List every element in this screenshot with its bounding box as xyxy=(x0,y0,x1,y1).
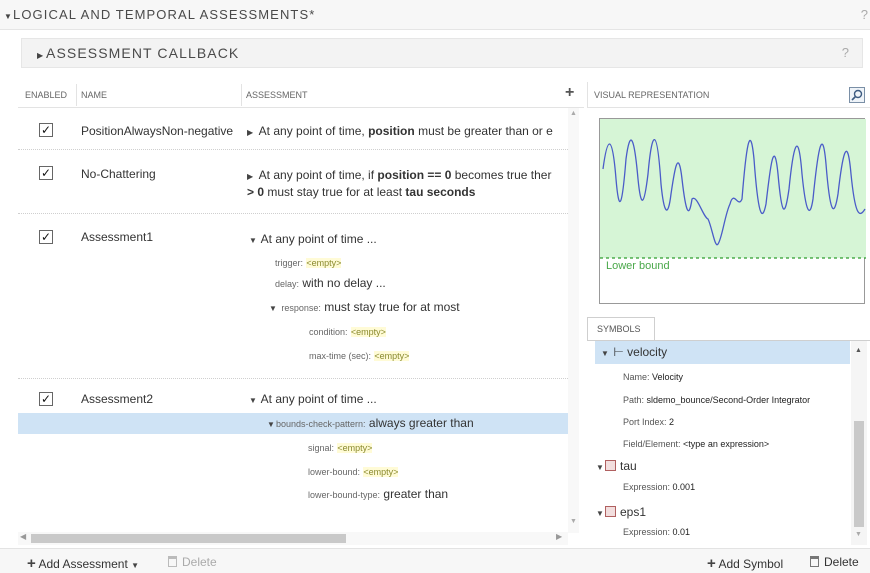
delete-assessment-button[interactable]: Delete xyxy=(168,555,217,569)
callback-title: ▶ ASSESSMENT CALLBACK xyxy=(37,45,240,61)
table-row[interactable]: ✓ Assessment1 ▼ At any point of time ...… xyxy=(18,214,568,379)
scrollbar-thumb[interactable] xyxy=(854,421,864,527)
expand-triangle-icon[interactable]: ▶ xyxy=(247,128,256,137)
scroll-up-icon[interactable]: ▲ xyxy=(855,347,862,354)
signal-field[interactable]: signal: <empty> xyxy=(308,440,373,454)
parameter-icon xyxy=(605,506,616,517)
valid-region xyxy=(600,119,866,258)
table-vertical-scrollbar[interactable]: ▲ ▼ xyxy=(568,108,579,533)
trash-icon xyxy=(168,556,177,567)
bottom-toolbar: + Add Assessment ▼ Delete + Add Symbol D… xyxy=(0,548,870,573)
collapse-triangle-icon[interactable]: ▼ xyxy=(249,236,258,245)
expand-triangle-icon[interactable]: ▶ xyxy=(247,172,256,181)
bounds-check-pattern-field[interactable]: ▼bounds-check-pattern: always greater th… xyxy=(267,416,474,430)
enabled-checkbox[interactable]: ✓ xyxy=(39,230,53,244)
visual-representation-header: VISUAL REPRESENTATION xyxy=(587,82,870,108)
collapse-triangle-icon[interactable]: ▼ xyxy=(269,304,278,313)
trash-icon xyxy=(810,556,819,567)
assessment-callback-section[interactable]: ▶ ASSESSMENT CALLBACK ? xyxy=(21,38,863,68)
help-icon[interactable]: ? xyxy=(861,7,868,22)
assessment-text[interactable]: ▶ At any point of time, position must be… xyxy=(247,124,553,138)
scroll-up-icon[interactable]: ▲ xyxy=(570,110,577,117)
symbol-prop-expression[interactable]: Expression: 0.001 xyxy=(623,482,695,492)
add-assessment-button[interactable]: + Add Assessment ▼ xyxy=(27,555,140,572)
response-field[interactable]: ▼ response: must stay true for at most xyxy=(269,300,460,314)
table-row[interactable]: ✓ PositionAlwaysNon-negative ▶ At any po… xyxy=(18,108,568,150)
header-enabled: ENABLED xyxy=(25,90,68,100)
trigger-field[interactable]: trigger: <empty> xyxy=(275,255,342,269)
header-name: NAME xyxy=(81,90,108,100)
assessment-name[interactable]: Assessment1 xyxy=(81,230,153,244)
symbol-prop-path[interactable]: Path: sldemo_bounce/Second-Order Integra… xyxy=(623,395,810,405)
scroll-right-icon[interactable]: ▶ xyxy=(556,532,562,541)
zoom-icon[interactable] xyxy=(849,87,865,103)
assessment-text[interactable]: ▶ At any point of time, if position == 0… xyxy=(247,168,551,182)
collapse-triangle-icon[interactable]: ▼ xyxy=(267,420,276,429)
symbol-node-tau[interactable]: ▼ tau xyxy=(596,459,637,473)
callback-help-icon[interactable]: ? xyxy=(842,45,849,60)
lower-bound-label: Lower bound xyxy=(606,260,670,272)
visual-title: VISUAL REPRESENTATION xyxy=(594,90,710,100)
assessment-head[interactable]: ▼ At any point of time ... xyxy=(249,392,377,406)
panel-header[interactable]: ▼LOGICAL AND TEMPORAL ASSESSMENTS* ? xyxy=(0,0,870,30)
collapse-triangle-icon[interactable]: ▼ xyxy=(596,463,605,472)
enabled-checkbox[interactable]: ✓ xyxy=(39,123,53,137)
symbol-node-eps1[interactable]: ▼ eps1 xyxy=(596,505,646,519)
assessment-head[interactable]: ▼ At any point of time ... xyxy=(249,232,377,246)
assessment-name[interactable]: No-Chattering xyxy=(81,167,156,181)
collapse-triangle-icon: ▼ xyxy=(4,12,14,21)
lower-bound-field[interactable]: lower-bound: <empty> xyxy=(308,464,399,478)
add-column-icon[interactable]: + xyxy=(565,84,574,102)
assessment-name[interactable]: PositionAlwaysNon-negative xyxy=(81,124,233,138)
scroll-down-icon[interactable]: ▼ xyxy=(570,518,577,525)
signal-chart: Lower bound xyxy=(600,119,866,272)
symbol-prop-port[interactable]: Port Index: 2 xyxy=(623,417,674,427)
max-time-field[interactable]: max-time (sec): <empty> xyxy=(309,348,410,362)
table-horizontal-scrollbar[interactable]: ◀ ▶ xyxy=(18,532,568,545)
table-header: ENABLED NAME ASSESSMENT xyxy=(18,82,584,108)
assessment-text-line2: > 0 must stay true for at least tau seco… xyxy=(247,185,476,199)
symbol-prop-field[interactable]: Field/Element: <type an expression> xyxy=(623,439,769,449)
column-divider[interactable] xyxy=(241,84,242,106)
delay-field[interactable]: delay: with no delay ... xyxy=(275,276,386,290)
delete-symbol-button[interactable]: Delete xyxy=(810,555,859,569)
table-row[interactable]: ✓ Assessment2 ▼ At any point of time ...… xyxy=(18,379,568,532)
collapse-triangle-icon[interactable]: ▼ xyxy=(249,396,258,405)
table-row[interactable]: ✓ No-Chattering ▶ At any point of time, … xyxy=(18,150,568,214)
add-symbol-button[interactable]: + Add Symbol xyxy=(707,555,783,572)
enabled-checkbox[interactable]: ✓ xyxy=(39,392,53,406)
collapse-triangle-icon[interactable]: ▼ xyxy=(596,509,605,518)
collapse-triangle-icon[interactable]: ▼ xyxy=(601,349,610,358)
assessment-name[interactable]: Assessment2 xyxy=(81,392,153,406)
header-assessment: ASSESSMENT xyxy=(246,90,308,100)
column-divider[interactable] xyxy=(76,84,77,106)
symbol-node-velocity[interactable]: ▼ ⊢ velocity xyxy=(601,345,667,359)
dropdown-arrow-icon[interactable]: ▼ xyxy=(131,561,140,570)
symbols-scrollbar[interactable]: ▲ ▼ xyxy=(851,341,867,545)
expand-triangle-icon: ▶ xyxy=(37,51,45,60)
symbol-prop-expression[interactable]: Expression: 0.01 xyxy=(623,527,690,537)
scroll-down-icon[interactable]: ▼ xyxy=(855,531,862,538)
parameter-icon xyxy=(605,460,616,471)
scrollbar-thumb[interactable] xyxy=(31,534,346,543)
lower-bound-type-field[interactable]: lower-bound-type: greater than xyxy=(308,487,448,501)
visual-plot: Lower bound xyxy=(599,118,866,304)
signal-icon: ⊢ xyxy=(613,345,624,359)
symbols-tab[interactable]: SYMBOLS xyxy=(587,317,655,341)
scroll-left-icon[interactable]: ◀ xyxy=(20,532,26,541)
plus-icon: + xyxy=(707,555,716,572)
panel-title: ▼LOGICAL AND TEMPORAL ASSESSMENTS* xyxy=(4,7,316,22)
condition-field[interactable]: condition: <empty> xyxy=(309,324,386,338)
symbol-prop-name[interactable]: Name: Velocity xyxy=(623,372,683,382)
enabled-checkbox[interactable]: ✓ xyxy=(39,166,53,180)
plus-icon: + xyxy=(27,555,36,572)
